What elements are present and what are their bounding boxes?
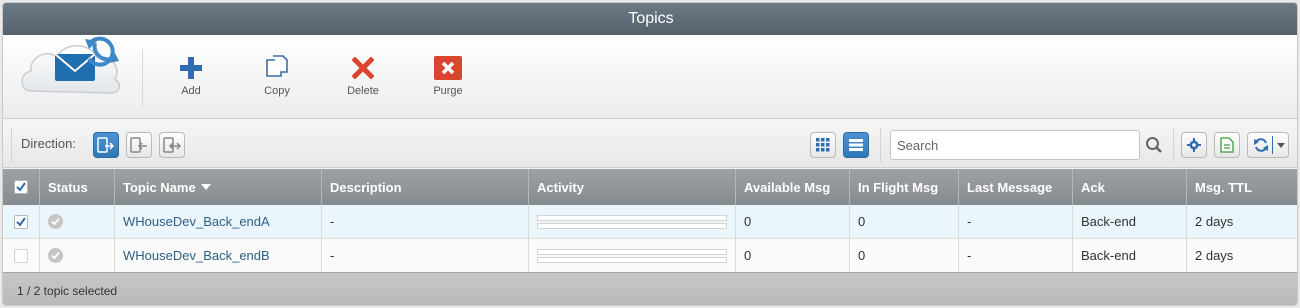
sort-desc-icon (200, 184, 211, 190)
list-icon (849, 139, 863, 151)
column-header-activity[interactable]: Activity (529, 169, 736, 205)
document-icon (1220, 137, 1234, 153)
topics-table: Status Topic Name Description Activity A… (3, 169, 1297, 273)
table-row[interactable]: WHouseDev_Back_endA - 0 0 - Back-end 2 d… (3, 205, 1297, 239)
selection-count-text: 1 / 2 topic selected (17, 284, 118, 298)
device-arrow-in-icon (130, 137, 147, 153)
msg-ttl-cell: 2 days (1195, 248, 1234, 263)
add-button[interactable]: Add (151, 51, 231, 103)
direction-both-button[interactable] (159, 132, 185, 158)
column-header-in-flight-msg[interactable]: In Flight Msg (850, 169, 959, 205)
toolbar-divider (142, 49, 143, 107)
topics-window: Topics Add Copy Delete Purge Direction: … (2, 2, 1298, 306)
direction-incoming-button[interactable] (126, 132, 152, 158)
plus-icon (151, 51, 231, 85)
status-cell (40, 239, 115, 272)
activity-cell (529, 239, 736, 272)
column-header-status[interactable]: Status (40, 169, 115, 205)
copy-icon (237, 51, 317, 85)
status-cell (40, 205, 115, 238)
checkbox-checked-icon (14, 214, 28, 229)
search-input[interactable] (890, 130, 1140, 160)
grid-view-button[interactable] (810, 132, 836, 158)
table-row[interactable]: WHouseDev_Back_endB - 0 0 - Back-end 2 d… (3, 239, 1297, 273)
activity-bar-outgoing (537, 256, 727, 263)
row-checkbox[interactable] (3, 239, 40, 272)
in-flight-msg-cell: 0 (850, 239, 959, 272)
activity-bars (537, 213, 727, 231)
activity-bars (537, 247, 727, 265)
msg-ttl-cell: 2 days (1195, 214, 1234, 229)
checkbox-icon (14, 180, 28, 194)
action-toolbar: Add Copy Delete Purge (3, 35, 1297, 119)
delete-button[interactable]: Delete (323, 51, 403, 103)
select-all-checkbox[interactable] (3, 169, 40, 205)
check-circle-icon (48, 214, 63, 229)
chevron-down-icon[interactable] (1277, 143, 1285, 148)
column-header-last-message[interactable]: Last Message (959, 169, 1073, 205)
column-header-description[interactable]: Description (322, 169, 529, 205)
purge-button[interactable]: Purge (408, 51, 488, 103)
column-header-msg-ttl[interactable]: Msg. TTL (1187, 169, 1297, 205)
filter-divider (11, 128, 12, 162)
row-checkbox[interactable] (3, 205, 40, 238)
topic-name-link[interactable]: WHouseDev_Back_endB (115, 239, 322, 272)
column-header-topic-name-label: Topic Name (123, 179, 196, 195)
check-circle-icon (48, 248, 63, 263)
column-header-topic-name[interactable]: Topic Name (115, 169, 322, 205)
activity-bar-incoming (537, 214, 727, 221)
refresh-split-divider (1272, 136, 1273, 154)
in-flight-msg-cell: 0 (850, 205, 959, 238)
add-label: Add (181, 85, 201, 97)
refresh-icon (1254, 138, 1268, 152)
copy-label: Copy (264, 85, 290, 97)
refresh-button[interactable] (1247, 132, 1289, 158)
cloud-mail-logo-icon (17, 35, 127, 115)
gear-icon (1187, 138, 1201, 152)
direction-outgoing-button[interactable] (93, 132, 119, 158)
column-header-available-msg[interactable]: Available Msg (736, 169, 850, 205)
grid-icon (816, 138, 830, 152)
export-button[interactable] (1214, 132, 1240, 158)
delete-label: Delete (347, 85, 379, 97)
copy-button[interactable]: Copy (237, 51, 317, 103)
x-icon (323, 51, 403, 85)
ack-cell: Back-end (1073, 205, 1187, 238)
available-msg-cell: 0 (736, 239, 850, 272)
description-cell: - (322, 239, 529, 272)
purge-label: Purge (433, 85, 463, 97)
status-footer: 1 / 2 topic selected (3, 272, 1297, 305)
filter-divider (1173, 128, 1174, 162)
device-arrow-both-icon (163, 137, 181, 153)
filter-divider (880, 128, 881, 162)
last-message-cell: - (959, 205, 1073, 238)
settings-button[interactable] (1181, 132, 1207, 158)
last-message-cell: - (959, 239, 1073, 272)
column-header-ack[interactable]: Ack (1073, 169, 1187, 205)
activity-bar-outgoing (537, 222, 727, 229)
activity-cell (529, 205, 736, 238)
checkbox-unchecked-icon (14, 248, 28, 263)
topic-name-link[interactable]: WHouseDev_Back_endA (115, 205, 322, 238)
direction-label: Direction: (21, 136, 76, 151)
activity-bar-incoming (537, 248, 727, 255)
window-title: Topics (3, 3, 1297, 35)
search-icon[interactable] (1145, 136, 1163, 154)
device-arrow-out-icon (97, 137, 115, 153)
purge-x-box-icon (408, 51, 488, 85)
filter-bar: Direction: (3, 120, 1297, 168)
ack-cell: Back-end (1073, 239, 1187, 272)
list-view-button[interactable] (843, 132, 869, 158)
description-cell: - (322, 205, 529, 238)
table-header-row: Status Topic Name Description Activity A… (3, 169, 1297, 205)
available-msg-cell: 0 (736, 205, 850, 238)
